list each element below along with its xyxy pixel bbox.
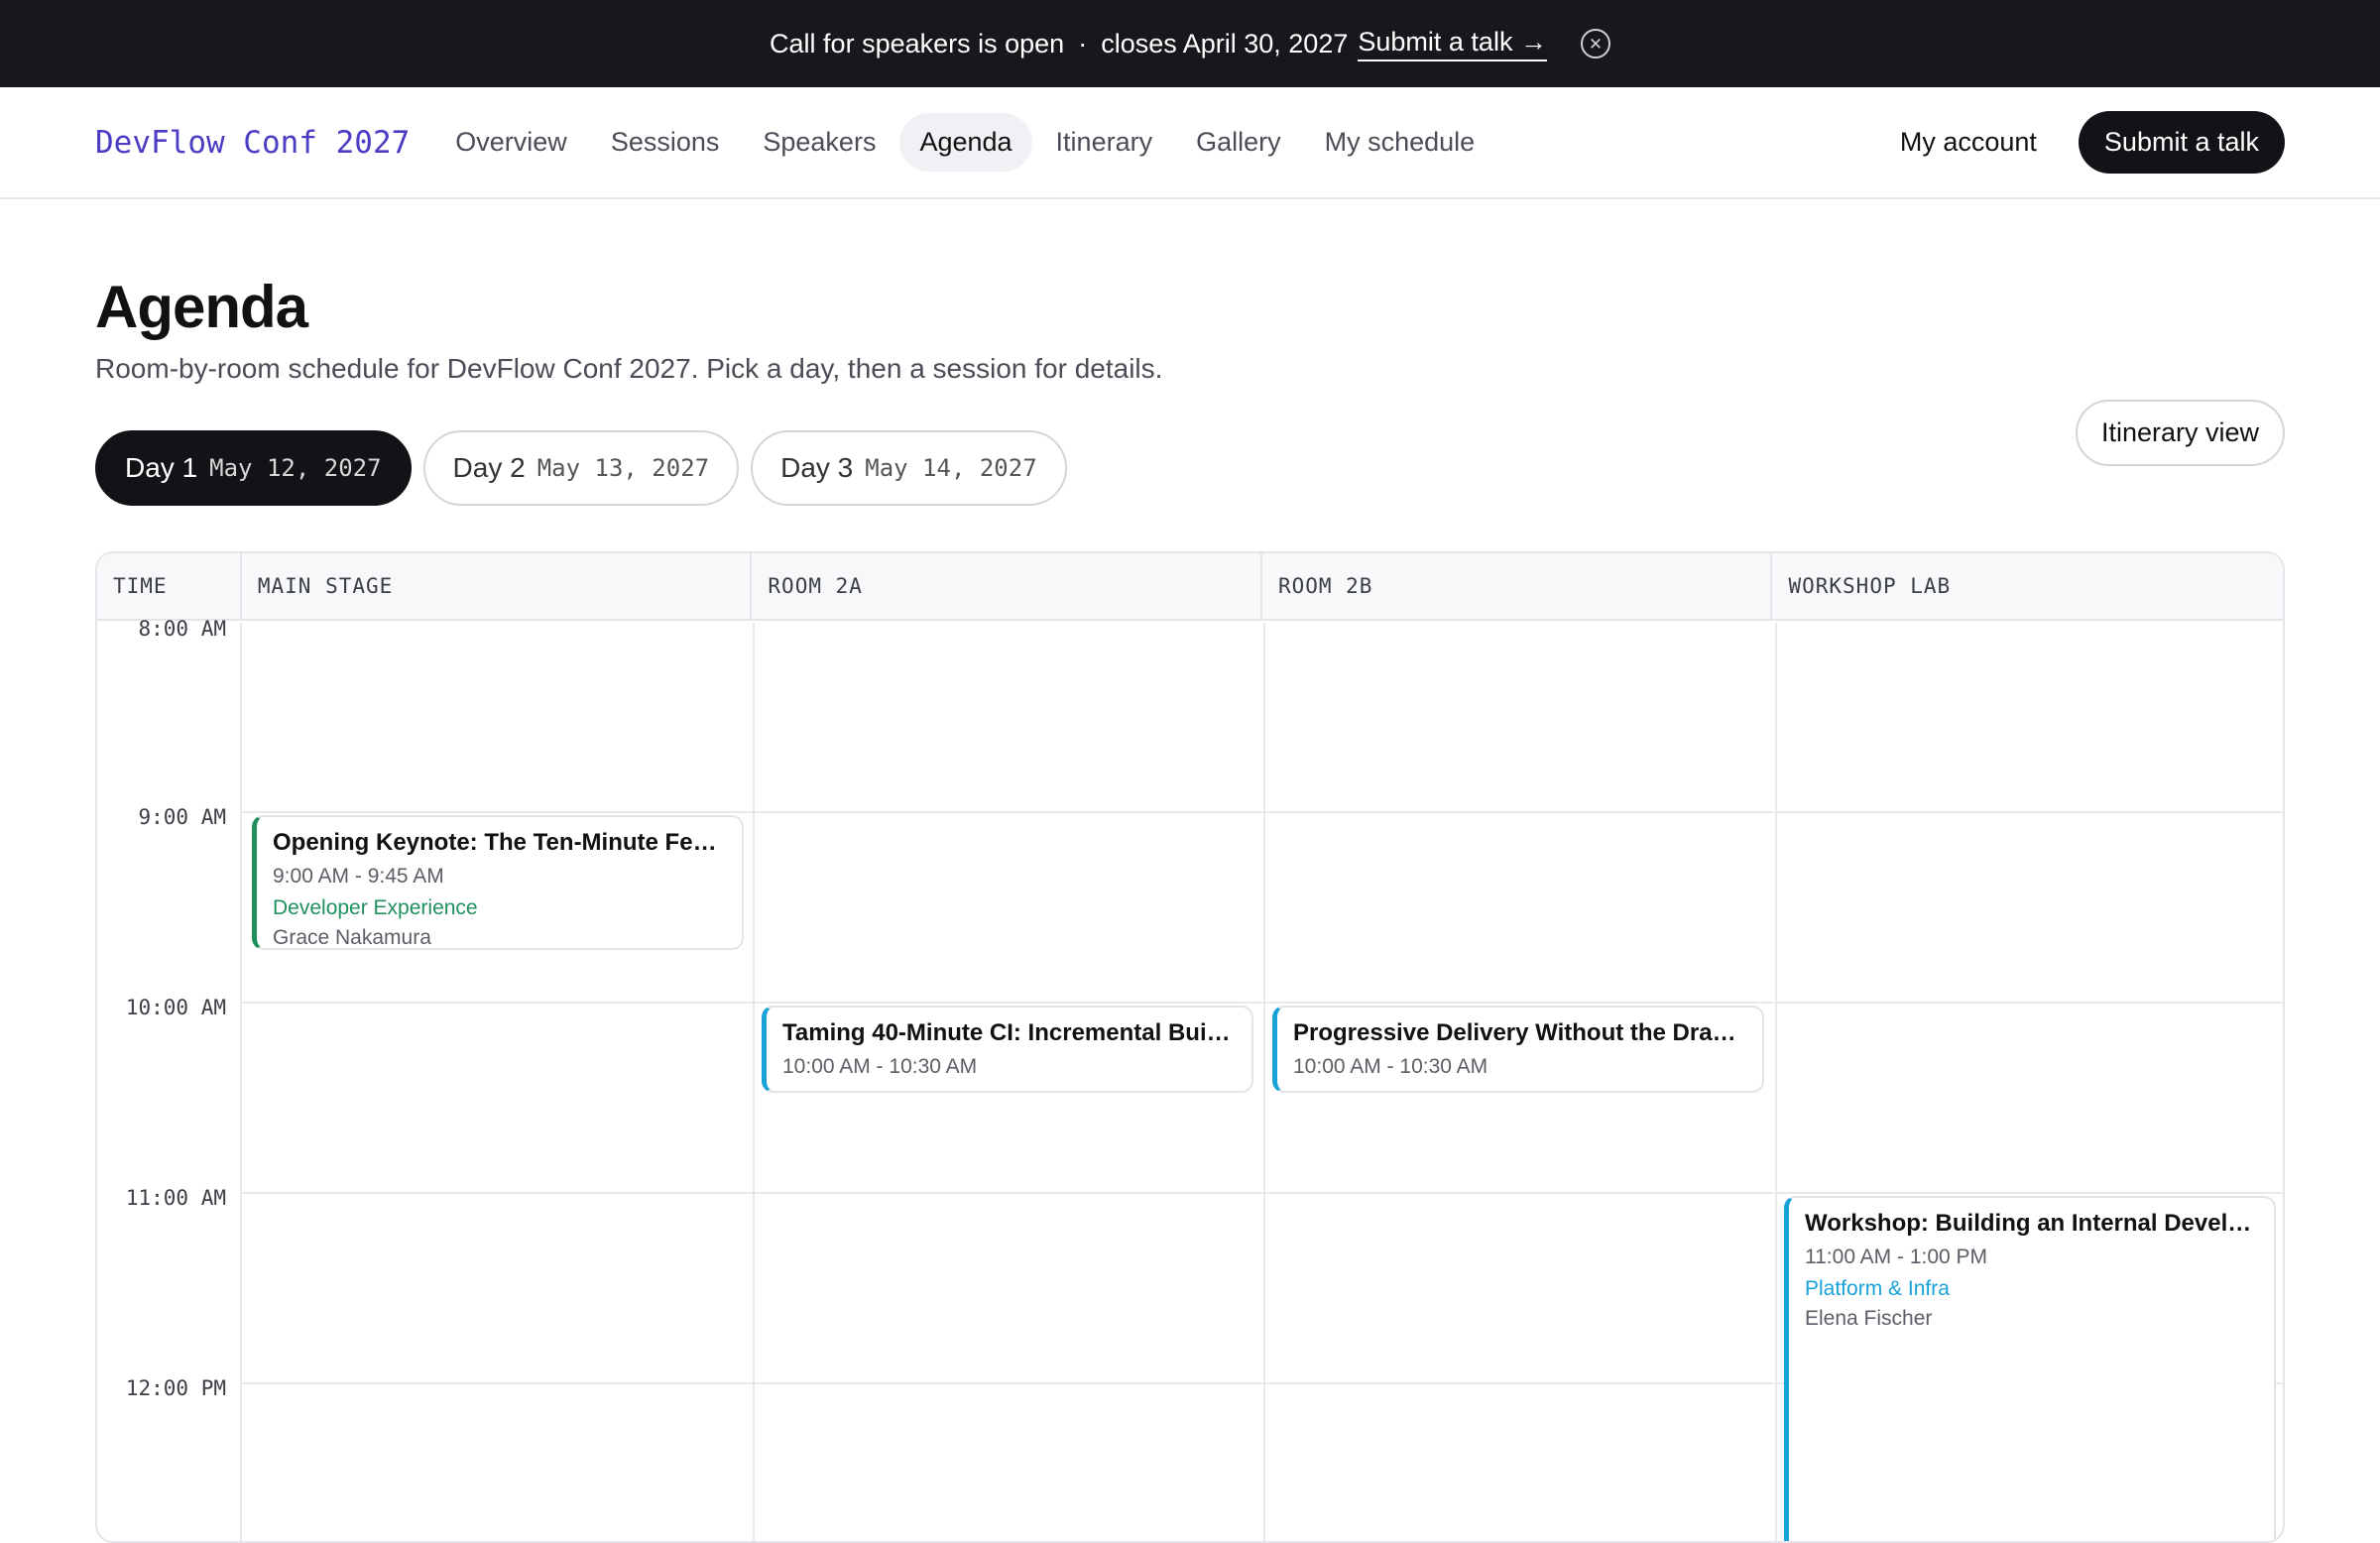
grid-body: 8:00 AM 9:00 AM 10:00 AM 11:00 AM 12:00 …: [97, 617, 2283, 1541]
session-card-taming-ci[interactable]: Taming 40-Minute CI: Incremental Builds.…: [762, 1006, 1253, 1093]
time-label: 9:00 AM: [138, 805, 226, 829]
day-tab-label: Day 2: [452, 452, 526, 483]
day-tab-1[interactable]: Day 1 May 12, 2027: [95, 430, 412, 506]
session-title: Workshop: Building an Internal Develop..…: [1805, 1210, 2258, 1237]
day-tabs: Day 1 May 12, 2027 Day 2 May 13, 2027 Da…: [95, 430, 2285, 506]
banner-separator: ·: [1078, 28, 1088, 59]
announcement-banner: Call for speakers is open · closes April…: [0, 0, 2380, 87]
column-divider: [1775, 623, 1777, 1541]
main-content: Agenda Room-by-room schedule for DevFlow…: [0, 273, 2380, 506]
session-card-opening-keynote[interactable]: Opening Keynote: The Ten-Minute Feed... …: [252, 815, 744, 950]
hour-line: [242, 811, 2283, 813]
top-nav: DevFlow Conf 2027 Overview Sessions Spea…: [0, 87, 2380, 199]
banner-text: Call for speakers is open: [770, 28, 1065, 59]
close-icon[interactable]: ✕: [1580, 29, 1610, 59]
column-divider: [240, 623, 242, 1541]
time-label: 8:00 AM: [138, 617, 226, 641]
banner-submit-link[interactable]: Submit a talk →: [1358, 27, 1547, 61]
day-tab-label: Day 1: [125, 452, 198, 483]
page-subtitle: Room-by-room schedule for DevFlow Conf 2…: [95, 353, 1163, 384]
session-track: Platform & Infra: [1805, 1277, 1950, 1300]
session-track: Developer Experience: [273, 896, 478, 919]
column-header-main-stage: MAIN STAGE: [242, 553, 753, 619]
session-time: 10:00 AM - 10:30 AM: [1293, 1055, 1488, 1078]
day-tab-date: May 12, 2027: [209, 454, 382, 482]
nav-link-itinerary[interactable]: Itinerary: [1036, 113, 1173, 172]
grid-header: TIME MAIN STAGE ROOM 2A ROOM 2B WORKSHOP…: [97, 553, 2283, 621]
nav-link-speakers[interactable]: Speakers: [743, 113, 895, 172]
column-header-time: TIME: [97, 553, 242, 619]
nav-actions: My account Submit a talk: [1900, 111, 2285, 174]
nav-link-sessions[interactable]: Sessions: [591, 113, 740, 172]
column-header-room-2b: ROOM 2B: [1262, 553, 1773, 619]
nav-link-agenda[interactable]: Agenda: [899, 113, 1032, 172]
banner-deadline: closes April 30, 2027: [1101, 28, 1349, 59]
nav-links: Overview Sessions Speakers Agenda Itiner…: [435, 113, 1498, 172]
session-speaker: Grace Nakamura: [273, 926, 431, 949]
day-tab-label: Day 3: [780, 452, 854, 483]
submit-talk-button[interactable]: Submit a talk: [2078, 111, 2285, 174]
day-tab-2[interactable]: Day 2 May 13, 2027: [422, 430, 740, 506]
agenda-grid: TIME MAIN STAGE ROOM 2A ROOM 2B WORKSHOP…: [95, 551, 2285, 1543]
column-divider: [1263, 623, 1265, 1541]
nav-link-overview[interactable]: Overview: [435, 113, 587, 172]
session-time: 9:00 AM - 9:45 AM: [273, 865, 444, 888]
session-card-progressive-delivery[interactable]: Progressive Delivery Without the Drama 1…: [1272, 1006, 1764, 1093]
my-account-link[interactable]: My account: [1900, 127, 2037, 158]
session-time: 11:00 AM - 1:00 PM: [1805, 1246, 1988, 1268]
time-label: 12:00 PM: [125, 1376, 226, 1400]
day-tab-date: May 14, 2027: [865, 454, 1037, 482]
session-time: 10:00 AM - 10:30 AM: [782, 1055, 978, 1078]
time-label: 10:00 AM: [125, 996, 226, 1019]
nav-link-gallery[interactable]: Gallery: [1176, 113, 1301, 172]
session-speaker: Elena Fischer: [1805, 1307, 1933, 1330]
day-tab-3[interactable]: Day 3 May 14, 2027: [751, 430, 1067, 506]
session-title: Progressive Delivery Without the Drama: [1293, 1019, 1746, 1046]
column-header-room-2a: ROOM 2A: [752, 553, 1262, 619]
nav-link-my-schedule[interactable]: My schedule: [1305, 113, 1495, 172]
hour-line: [242, 1002, 2283, 1004]
day-tab-date: May 13, 2027: [536, 454, 710, 482]
session-title: Opening Keynote: The Ten-Minute Feed...: [273, 829, 726, 856]
column-header-workshop-lab: WORKSHOP LAB: [1788, 574, 1952, 598]
hour-line: [242, 1192, 2283, 1194]
time-label: 11:00 AM: [125, 1186, 226, 1210]
brand-logo[interactable]: DevFlow Conf 2027: [95, 125, 410, 161]
page-title: Agenda: [95, 274, 308, 340]
session-title: Taming 40-Minute CI: Incremental Builds.…: [782, 1019, 1236, 1046]
session-card-workshop-internal-developer[interactable]: Workshop: Building an Internal Develop..…: [1784, 1196, 2276, 1541]
column-divider: [753, 623, 755, 1541]
itinerary-view-button[interactable]: Itinerary view: [2075, 400, 2285, 466]
